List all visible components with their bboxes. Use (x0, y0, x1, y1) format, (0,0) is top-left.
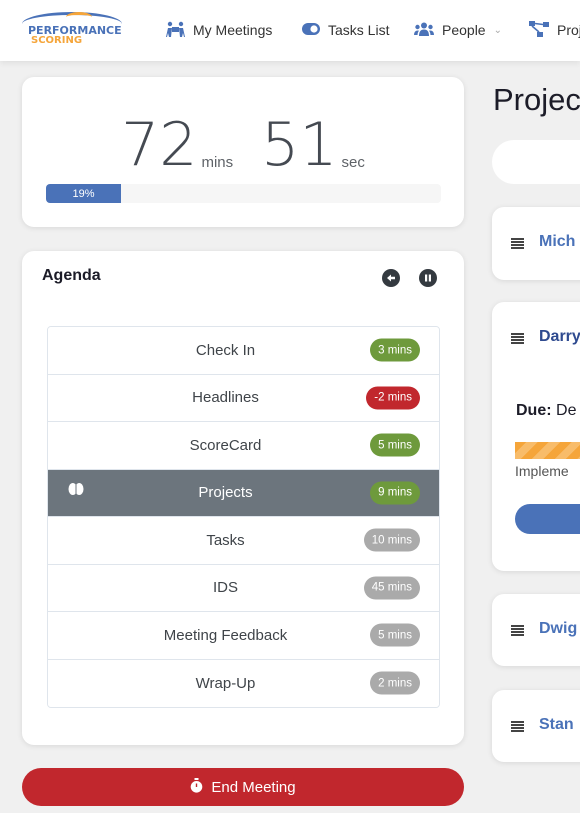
time-badge: 10 mins (363, 528, 420, 552)
agenda-item-label: Wrap-Up (195, 674, 256, 692)
project-card-mich[interactable]: Mich (492, 207, 580, 280)
project-due-date: Due: De (516, 402, 576, 420)
nav-tasks-list[interactable]: Tasks List (302, 19, 389, 41)
end-meeting-button[interactable]: End Meeting (22, 768, 464, 806)
sitemap-icon (529, 20, 549, 40)
project-card-dwig[interactable]: Dwig (492, 594, 580, 666)
people-carry-icon (166, 21, 185, 40)
time-badge: 3 mins (370, 338, 420, 362)
top-navbar: PERFORMANCE SCORING My Meetings Tasks Li… (0, 0, 580, 61)
time-badge: 2 mins (370, 671, 420, 695)
agenda-item-headlines[interactable]: Headlines -2 mins (48, 374, 439, 422)
agenda-item-label: Headlines (192, 389, 259, 407)
projects-heading: Projec (493, 82, 580, 117)
timer-minutes-unit: mins (201, 154, 234, 171)
time-badge: 45 mins (363, 576, 420, 600)
due-value: De (556, 402, 577, 419)
pause-icon (425, 274, 431, 282)
arrow-left-icon (387, 274, 395, 282)
project-owner-name[interactable]: Mich (539, 233, 575, 251)
agenda-item-label: Check In (195, 341, 256, 359)
time-badge: 5 mins (370, 433, 420, 457)
time-badge: -2 mins (366, 386, 420, 410)
agenda-item-check-in[interactable]: Check In 3 mins (48, 327, 439, 375)
brain-icon (68, 482, 84, 498)
time-badge: 9 mins (370, 481, 420, 505)
nav-people[interactable]: People ⌄ (414, 19, 502, 41)
project-card-stan[interactable]: Stan (492, 690, 580, 762)
project-owner-name[interactable]: Darry (539, 328, 580, 346)
project-owner-name[interactable]: Stan (539, 716, 574, 734)
agenda-item-projects[interactable]: Projects 9 mins (48, 469, 439, 517)
stopwatch-icon (190, 777, 203, 797)
agenda-card: Agenda Check In 3 mins Headlines -2 mins… (22, 251, 464, 745)
agenda-item-label: Tasks (206, 531, 245, 549)
nav-tasks-list-label: Tasks List (328, 22, 390, 38)
nav-projects-label: Proj (557, 22, 580, 38)
nav-my-meetings[interactable]: My Meetings (166, 19, 272, 41)
timer-readout: 72 mins 51 sec (22, 115, 464, 175)
nav-projects[interactable]: Proj (529, 19, 580, 41)
project-owner-name[interactable]: Dwig (539, 620, 577, 638)
toggle-icon (302, 22, 320, 38)
agenda-title: Agenda (42, 267, 101, 284)
agenda-item-ids[interactable]: IDS 45 mins (48, 564, 439, 612)
agenda-list: Check In 3 mins Headlines -2 mins ScoreC… (47, 326, 440, 708)
timer-seconds: 51 (261, 110, 338, 180)
previous-section-button[interactable] (382, 269, 400, 287)
pause-button[interactable] (419, 269, 437, 287)
logo-arc-accent (66, 12, 92, 22)
agenda-item-wrap-up[interactable]: Wrap-Up 2 mins (48, 659, 439, 707)
project-card-darry[interactable]: Darry Due: De Impleme (492, 302, 580, 571)
agenda-item-label: Projects (198, 484, 253, 502)
agenda-item-label: Meeting Feedback (163, 626, 288, 644)
end-meeting-label: End Meeting (211, 778, 296, 796)
projects-search-input[interactable] (492, 140, 580, 184)
timer-seconds-unit: sec (341, 154, 365, 171)
agenda-item-label: IDS (212, 579, 238, 597)
project-progress-bar (515, 442, 580, 459)
due-label: Due: (516, 402, 552, 419)
drag-handle-icon[interactable] (511, 238, 524, 249)
timer-minutes: 72 (121, 110, 198, 180)
performance-scoring-logo[interactable]: PERFORMANCE SCORING (22, 12, 138, 50)
agenda-item-label: ScoreCard (189, 436, 262, 454)
drag-handle-icon[interactable] (511, 625, 524, 636)
users-icon (414, 22, 434, 39)
logo-text-line2: SCORING (31, 35, 83, 46)
nav-my-meetings-label: My Meetings (193, 22, 273, 38)
progress-fill: 19% (46, 184, 122, 203)
agenda-item-meeting-feedback[interactable]: Meeting Feedback 5 mins (48, 612, 439, 660)
chevron-down-icon: ⌄ (493, 24, 502, 36)
time-badge: 5 mins (370, 623, 420, 647)
drag-handle-icon[interactable] (511, 333, 524, 344)
drag-handle-icon[interactable] (511, 721, 524, 732)
meeting-timer-card: 72 mins 51 sec 19% (22, 77, 464, 227)
project-action-button[interactable] (515, 504, 580, 534)
project-status-text: Impleme (515, 463, 569, 479)
agenda-item-tasks[interactable]: Tasks 10 mins (48, 517, 439, 565)
nav-people-label: People (442, 22, 486, 38)
meeting-progress-bar: 19% (46, 184, 441, 203)
agenda-item-scorecard[interactable]: ScoreCard 5 mins (48, 422, 439, 470)
